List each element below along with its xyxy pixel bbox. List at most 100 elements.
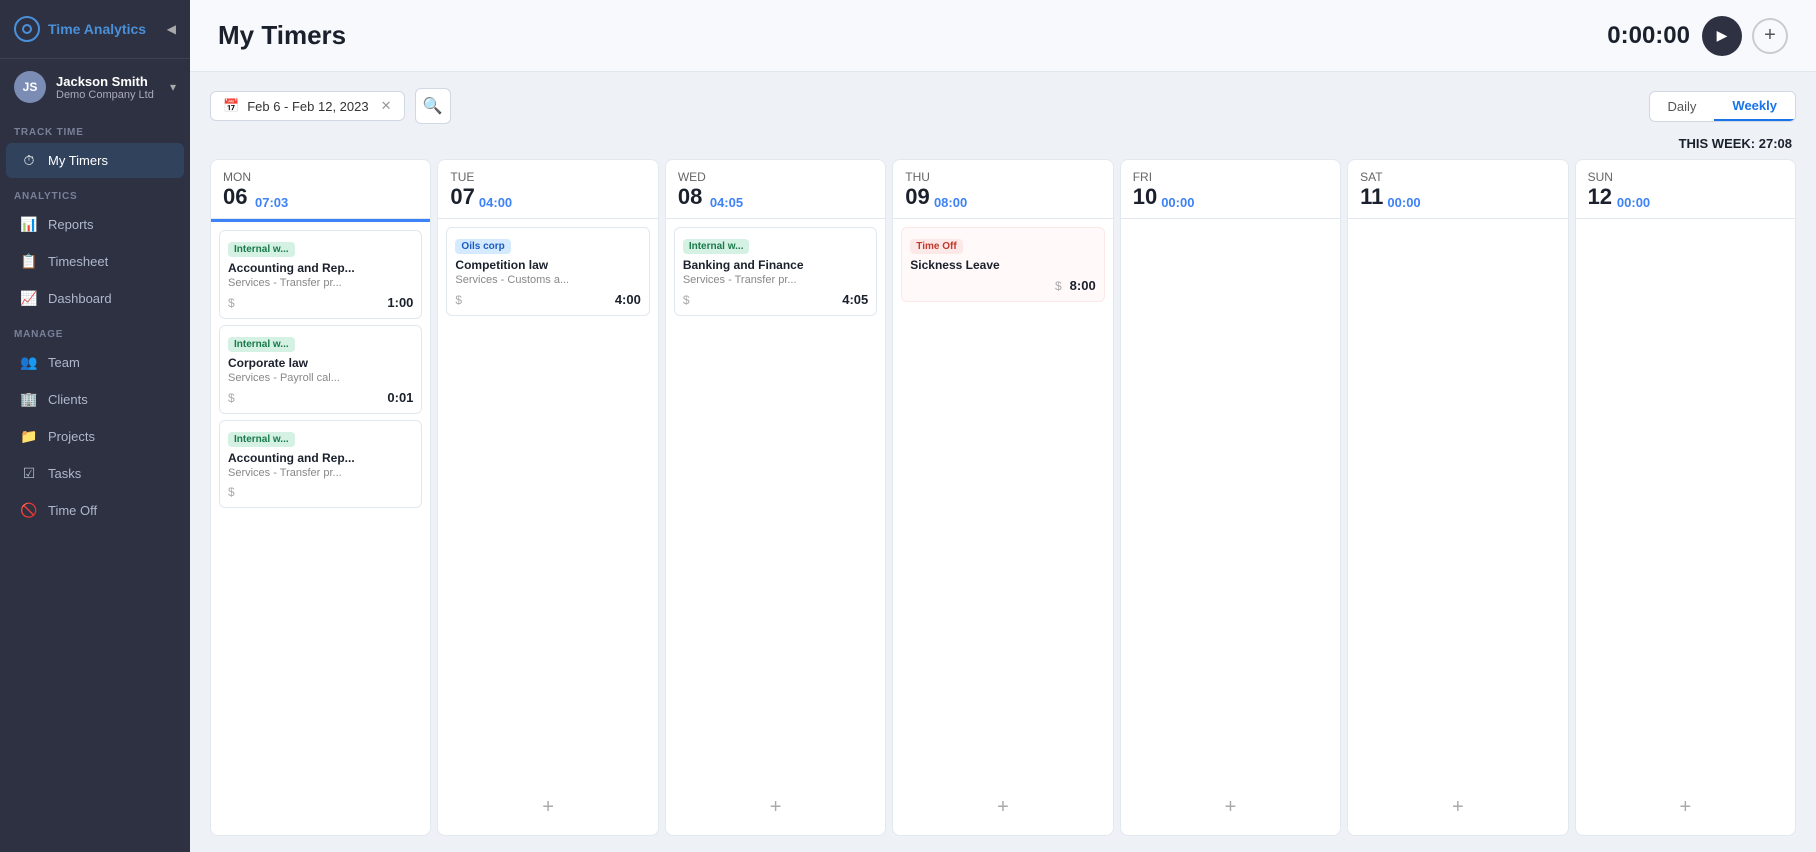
empty-day-sun [1584,227,1787,782]
day-number-sun: 12 [1588,184,1613,210]
timer-card[interactable]: Internal w... Banking and Finance Servic… [674,227,877,316]
add-entry-button-fri[interactable]: + [1129,788,1332,827]
sidebar-item-dashboard[interactable]: 📈 Dashboard [6,281,184,316]
card-tag: Internal w... [228,432,295,447]
time-off-footer: $ 8:00 [910,278,1095,293]
card-subtitle: Services - Transfer pr... [683,274,868,286]
day-header-mon: MON 06 07:03 [211,160,430,219]
week-summary: THIS WEEK: 27:08 [210,136,1796,151]
day-total-sat: 00:00 [1387,195,1420,210]
timer-card[interactable]: Internal w... Corporate law Services - P… [219,325,422,414]
toolbar: 📅 Feb 6 - Feb 12, 2023 ✕ 🔍 Daily Weekly [210,88,1796,124]
tasks-icon: ☑ [20,465,38,482]
billable-icon: $ [683,293,690,307]
card-duration: 4:00 [615,292,641,307]
sidebar-item-clients[interactable]: 🏢 Clients [6,382,184,417]
sidebar-logo[interactable]: Time Analytics ◀ [0,0,190,59]
add-icon: + [1764,24,1776,47]
day-number-mon: 06 [223,184,251,210]
add-entry-button-sun[interactable]: + [1584,788,1787,827]
billable-icon: $ [228,296,235,310]
collapse-icon[interactable]: ◀ [167,22,176,36]
day-body-wed: Internal w... Banking and Finance Servic… [666,219,885,835]
date-range-picker[interactable]: 📅 Feb 6 - Feb 12, 2023 ✕ [210,91,405,121]
user-profile[interactable]: JS Jackson Smith Demo Company Ltd ▾ [0,59,190,115]
sidebar-item-reports[interactable]: 📊 Reports [6,207,184,242]
day-total-tue: 04:00 [479,195,512,210]
add-entry-button-wed[interactable]: + [674,788,877,827]
logo-icon [14,16,40,42]
sidebar-label-dashboard: Dashboard [48,291,112,306]
add-entry-button-sat[interactable]: + [1356,788,1559,827]
card-duration: 1:00 [387,295,413,310]
day-body-sun: + [1576,219,1795,835]
day-body-fri: + [1121,219,1340,835]
card-subtitle: Services - Transfer pr... [228,467,413,479]
timer-icon: ⏱ [20,152,38,169]
day-header-thu: THU 09 08:00 [893,160,1112,219]
day-name-fri: FRI [1133,170,1157,184]
sidebar-label-timesheet: Timesheet [48,254,108,269]
day-name-sat: SAT [1360,170,1383,184]
sidebar-item-tasks[interactable]: ☑ Tasks [6,456,184,491]
card-tag: Oils corp [455,239,510,254]
sidebar-item-team[interactable]: 👥 Team [6,345,184,380]
play-button[interactable]: ▶ [1702,16,1742,56]
card-subtitle: Services - Transfer pr... [228,277,413,289]
day-total-fri: 00:00 [1161,195,1194,210]
day-body-sat: + [1348,219,1567,835]
user-company: Demo Company Ltd [56,89,160,101]
day-total-sun: 00:00 [1617,195,1650,210]
day-number-sat: 11 [1360,184,1383,210]
sidebar-item-time-off[interactable]: 🚫 Time Off [6,493,184,528]
day-header-fri: FRI 10 00:00 [1121,160,1340,219]
daily-view-button[interactable]: Daily [1650,92,1715,121]
user-arrow-icon: ▾ [170,80,176,94]
add-timer-button[interactable]: + [1752,18,1788,54]
add-entry-button-tue[interactable]: + [446,788,649,827]
timesheet-icon: 📋 [20,253,38,270]
sidebar-label-reports: Reports [48,217,94,232]
calendar-grid: MON 06 07:03 Internal w... Accounting an… [210,159,1796,836]
card-duration: 4:05 [842,292,868,307]
section-manage: MANAGE [0,317,190,344]
card-tag: Internal w... [228,337,295,352]
sidebar-item-my-timers[interactable]: ⏱ My Timers [6,143,184,178]
day-column-mon: MON 06 07:03 Internal w... Accounting an… [210,159,431,836]
sidebar-item-projects[interactable]: 📁 Projects [6,419,184,454]
card-title: Accounting and Rep... [228,261,413,275]
day-body-thu: Time Off Sickness Leave $ 8:00 + [893,219,1112,835]
sidebar-label-projects: Projects [48,429,95,444]
add-entry-button-thu[interactable]: + [901,788,1104,827]
content-area: 📅 Feb 6 - Feb 12, 2023 ✕ 🔍 Daily Weekly … [190,72,1816,852]
topbar: My Timers 0:00:00 ▶ + [190,0,1816,72]
timer-card[interactable]: Internal w... Accounting and Rep... Serv… [219,230,422,319]
weekly-view-button[interactable]: Weekly [1714,92,1795,121]
clear-date-button[interactable]: ✕ [381,98,392,114]
main-content: My Timers 0:00:00 ▶ + 📅 Feb 6 - Feb 12, … [190,0,1816,852]
time-off-title: Sickness Leave [910,258,1095,272]
date-range-label: Feb 6 - Feb 12, 2023 [247,99,368,114]
timer-card[interactable]: Internal w... Accounting and Rep... Serv… [219,420,422,508]
empty-day-fri [1129,227,1332,782]
sidebar-item-timesheet[interactable]: 📋 Timesheet [6,244,184,279]
day-total-thu: 08:00 [934,195,967,210]
search-button[interactable]: 🔍 [415,88,451,124]
day-total-mon: 07:03 [255,195,288,210]
day-header-tue: TUE 07 04:00 [438,160,657,219]
sidebar-label-time-off: Time Off [48,503,97,518]
day-name-tue: TUE [450,170,474,184]
card-title: Banking and Finance [683,258,868,272]
search-icon: 🔍 [423,96,443,116]
day-number-thu: 09 [905,184,930,210]
card-subtitle: Services - Customs a... [455,274,640,286]
projects-icon: 📁 [20,428,38,445]
card-footer: $ 4:00 [455,292,640,307]
time-off-card[interactable]: Time Off Sickness Leave $ 8:00 [901,227,1104,302]
day-number-fri: 10 [1133,184,1157,210]
day-header-sun: SUN 12 00:00 [1576,160,1795,219]
dashboard-icon: 📈 [20,290,38,307]
timer-card[interactable]: Oils corp Competition law Services - Cus… [446,227,649,316]
section-analytics: ANALYTICS [0,179,190,206]
section-track-time: TRACK TIME [0,115,190,142]
